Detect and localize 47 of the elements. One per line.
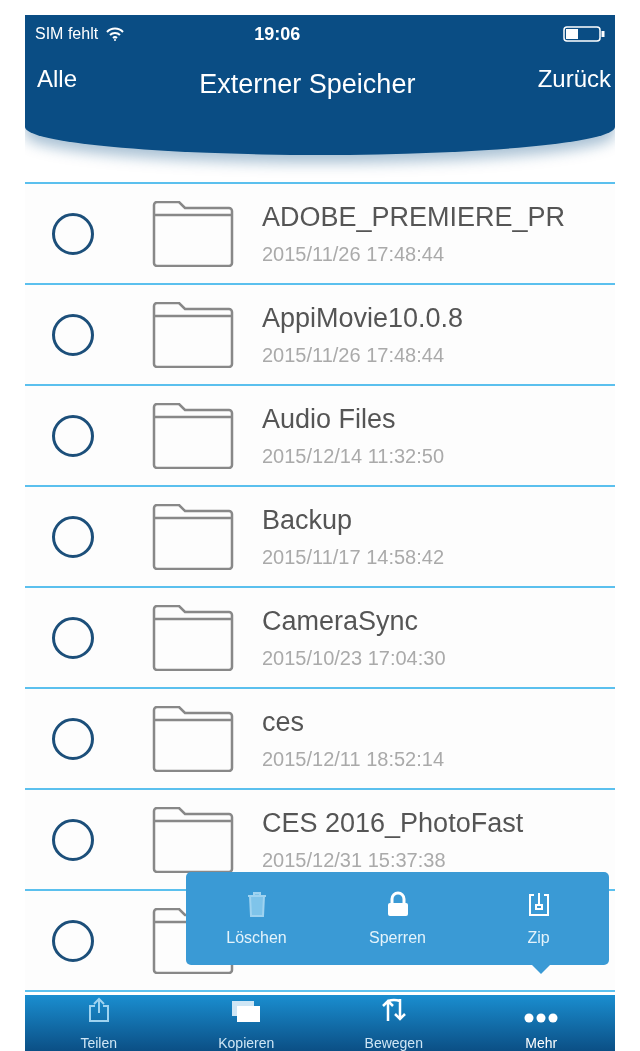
folder-name: CES 2016_PhotoFast [262,807,524,839]
select-circle[interactable] [52,515,94,558]
zip-archive-icon [527,890,550,917]
folder-icon [152,705,234,772]
select-circle[interactable] [52,212,94,255]
select-all-button[interactable]: Alle [37,65,78,93]
select-circle[interactable] [52,818,94,861]
folder-name: Backup [262,504,354,536]
select-circle[interactable] [52,717,94,760]
wifi-icon [106,27,125,41]
folder-icon [152,301,234,368]
tab-button[interactable]: Mehr [467,995,615,1051]
folder-name: CameraSync [262,605,420,637]
folder-date: 2015/11/26 17:48:44 [262,343,446,367]
tab-button[interactable]: Bewegen [320,995,468,1051]
screen-title: Externer Speicher [199,68,416,100]
back-button[interactable]: Zurück [537,65,611,93]
tab-button[interactable]: Teilen [25,995,173,1051]
copy-icon [231,999,262,1023]
folder-date: 2015/10/23 17:04:30 [262,646,446,670]
select-circle[interactable] [52,313,94,356]
folder-date: 2015/12/11 18:52:14 [262,747,445,771]
folder-name: Audio Files [262,403,397,435]
folder-date: 2015/12/31 15:37:38 [262,848,447,872]
folder-date: 2015/12/14 11:32:50 [262,444,445,468]
folder-date: 2015/11/17 14:58:42 [262,545,445,569]
select-circle[interactable] [52,414,94,457]
swap-arrows-icon [380,997,407,1023]
select-circle[interactable] [52,616,94,659]
folder-icon [152,806,234,873]
trash-icon [246,890,267,917]
select-circle[interactable] [52,919,94,962]
more-icon [524,1013,559,1023]
folder-date: 2015/11/26 17:48:44 [262,242,446,266]
carrier-text: SIM fehlt [35,25,99,43]
lock-icon [386,890,409,917]
folder-icon [152,604,234,671]
battery-icon [563,26,605,42]
folder-name: ADOBE_PREMIERE_PR [262,201,566,233]
folder-name: AppiMovie10.0.8 [262,302,464,334]
tab-button[interactable]: Kopieren [172,995,320,1051]
clock-text: 19:06 [254,23,301,45]
folder-icon [152,200,234,267]
folder-name: ces [262,706,306,738]
folder-icon [152,503,234,570]
share-icon [87,997,110,1023]
folder-icon [152,402,234,469]
